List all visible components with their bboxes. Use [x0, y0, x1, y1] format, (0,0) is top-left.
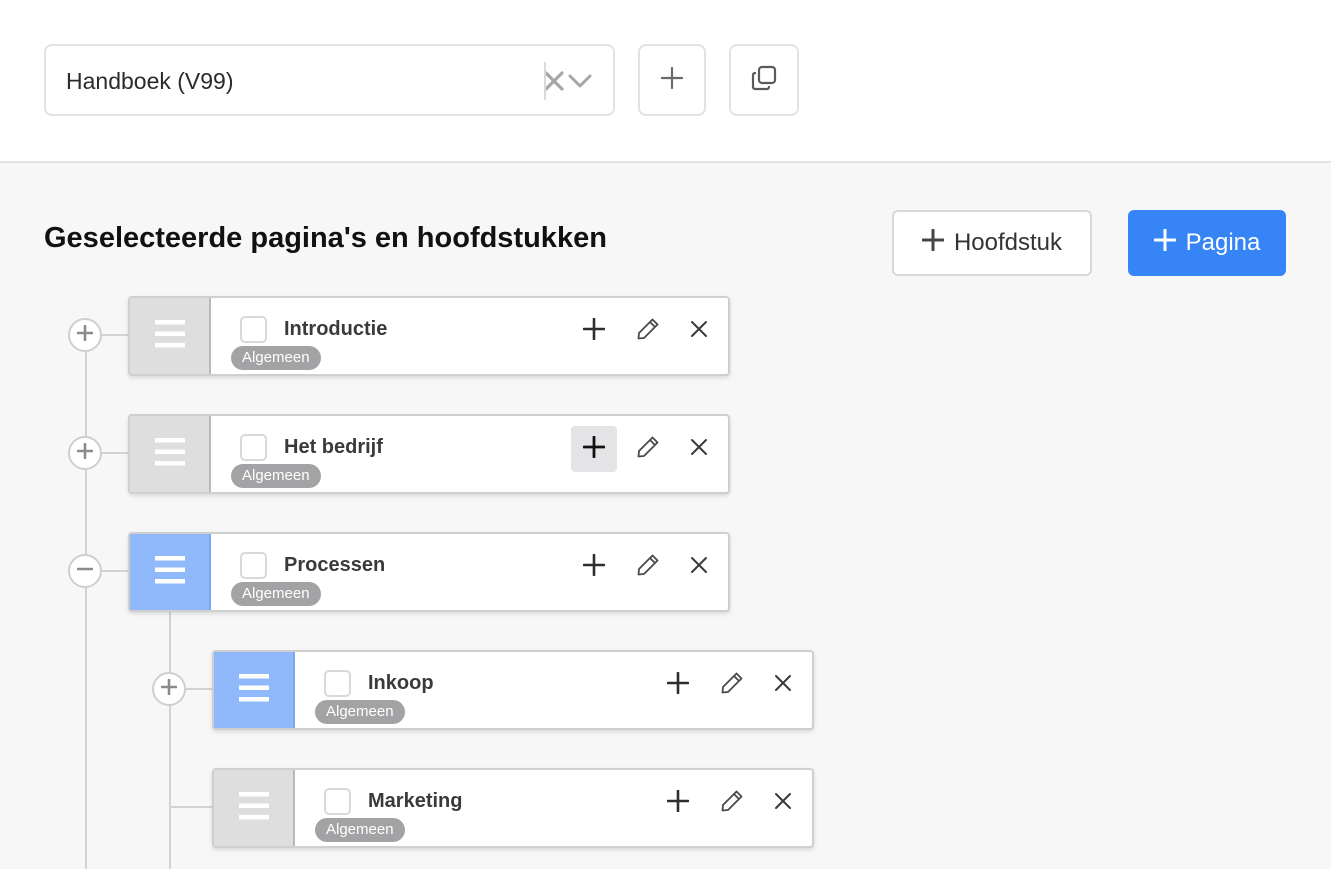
- duplicate-manual-button[interactable]: [729, 44, 799, 116]
- plus-icon: [666, 671, 690, 699]
- drag-handle-icon: [238, 791, 269, 825]
- pencil-icon: [636, 553, 660, 582]
- delete-button[interactable]: [760, 662, 806, 708]
- select-checkbox[interactable]: [240, 316, 267, 343]
- add-subpage-button[interactable]: [571, 426, 617, 472]
- drag-handle-icon: [154, 555, 185, 589]
- plus-icon: [921, 228, 945, 258]
- drag-handle[interactable]: [214, 652, 295, 728]
- delete-button[interactable]: [676, 308, 722, 354]
- add-subpage-button[interactable]: [655, 662, 701, 708]
- minus-icon: [76, 561, 94, 582]
- drag-handle[interactable]: [130, 534, 211, 610]
- tree-item-card: Marketing Algemeen: [212, 768, 814, 848]
- tree-item-title: Het bedrijf: [284, 436, 383, 458]
- plus-icon: [582, 553, 606, 581]
- drag-handle[interactable]: [130, 298, 211, 374]
- expand-toggle-het-bedrijf[interactable]: [68, 436, 102, 470]
- close-icon: [690, 320, 708, 343]
- tree-item-card: Inkoop Algemeen: [212, 650, 814, 730]
- drag-handle-icon: [154, 319, 185, 353]
- tree-line: [186, 688, 212, 690]
- add-chapter-button[interactable]: Hoofdstuk: [892, 210, 1092, 276]
- category-badge: Algemeen: [231, 346, 321, 370]
- pencil-icon: [720, 789, 744, 818]
- pencil-icon: [720, 671, 744, 700]
- close-icon: [690, 556, 708, 579]
- drag-handle[interactable]: [214, 770, 295, 846]
- tree-line: [169, 611, 171, 869]
- manual-select-value: Handboek (V99): [66, 68, 234, 94]
- select-checkbox[interactable]: [240, 552, 267, 579]
- edit-button[interactable]: [625, 308, 671, 354]
- expand-toggle-inkoop[interactable]: [152, 672, 186, 706]
- top-toolbar: Handboek (V99): [0, 0, 1331, 163]
- close-icon: [774, 792, 792, 815]
- tree-line: [85, 352, 87, 869]
- tree-item-title: Processen: [284, 554, 386, 576]
- select-divider: [544, 62, 546, 100]
- add-manual-button[interactable]: [638, 44, 706, 116]
- edit-button[interactable]: [709, 662, 755, 708]
- plus-icon: [660, 66, 684, 95]
- plus-icon: [582, 317, 606, 345]
- plus-icon: [76, 442, 94, 464]
- add-chapter-label: Hoofdstuk: [953, 229, 1063, 256]
- category-badge: Algemeen: [315, 700, 405, 724]
- category-badge: Algemeen: [231, 582, 321, 606]
- delete-button[interactable]: [760, 780, 806, 826]
- add-page-label: Pagina: [1185, 229, 1261, 256]
- tree-item-title: Marketing: [368, 790, 463, 812]
- pencil-icon: [636, 435, 660, 464]
- copy-icon: [750, 64, 778, 97]
- tree-line: [102, 570, 128, 572]
- tree-item-title: Inkoop: [368, 672, 434, 694]
- tree-item-card: Introductie Algemeen: [128, 296, 730, 376]
- plus-icon: [160, 678, 178, 700]
- delete-button[interactable]: [676, 544, 722, 590]
- select-checkbox[interactable]: [324, 788, 351, 815]
- collapse-toggle-processen[interactable]: [68, 554, 102, 588]
- category-badge: Algemeen: [231, 464, 321, 488]
- drag-handle-icon: [238, 673, 269, 707]
- select-checkbox[interactable]: [240, 434, 267, 461]
- add-page-button[interactable]: Pagina: [1128, 210, 1286, 276]
- plus-icon: [666, 789, 690, 817]
- expand-toggle-introductie[interactable]: [68, 318, 102, 352]
- plus-icon: [1153, 228, 1177, 258]
- tree-line: [102, 334, 128, 336]
- add-subpage-button[interactable]: [571, 544, 617, 590]
- close-icon: [774, 674, 792, 697]
- tree-item-card: Het bedrijf Algemeen: [128, 414, 730, 494]
- tree-line: [102, 452, 128, 454]
- tree-item-title: Introductie: [284, 318, 388, 340]
- edit-button[interactable]: [625, 426, 671, 472]
- chevron-down-icon[interactable]: [565, 66, 595, 96]
- tree-line: [170, 806, 212, 808]
- drag-handle[interactable]: [130, 416, 211, 492]
- add-subpage-button[interactable]: [571, 308, 617, 354]
- page-title: Geselecteerde pagina's en hoofdstukken: [44, 222, 607, 254]
- delete-button[interactable]: [676, 426, 722, 472]
- plus-icon: [76, 324, 94, 346]
- edit-button[interactable]: [709, 780, 755, 826]
- edit-button[interactable]: [625, 544, 671, 590]
- tree-item-card: Processen Algemeen: [128, 532, 730, 612]
- category-badge: Algemeen: [315, 818, 405, 842]
- pencil-icon: [636, 317, 660, 346]
- add-subpage-button[interactable]: [655, 780, 701, 826]
- drag-handle-icon: [154, 437, 185, 471]
- select-checkbox[interactable]: [324, 670, 351, 697]
- plus-icon: [582, 435, 606, 463]
- manual-select[interactable]: Handboek (V99): [44, 44, 615, 116]
- close-icon: [690, 438, 708, 461]
